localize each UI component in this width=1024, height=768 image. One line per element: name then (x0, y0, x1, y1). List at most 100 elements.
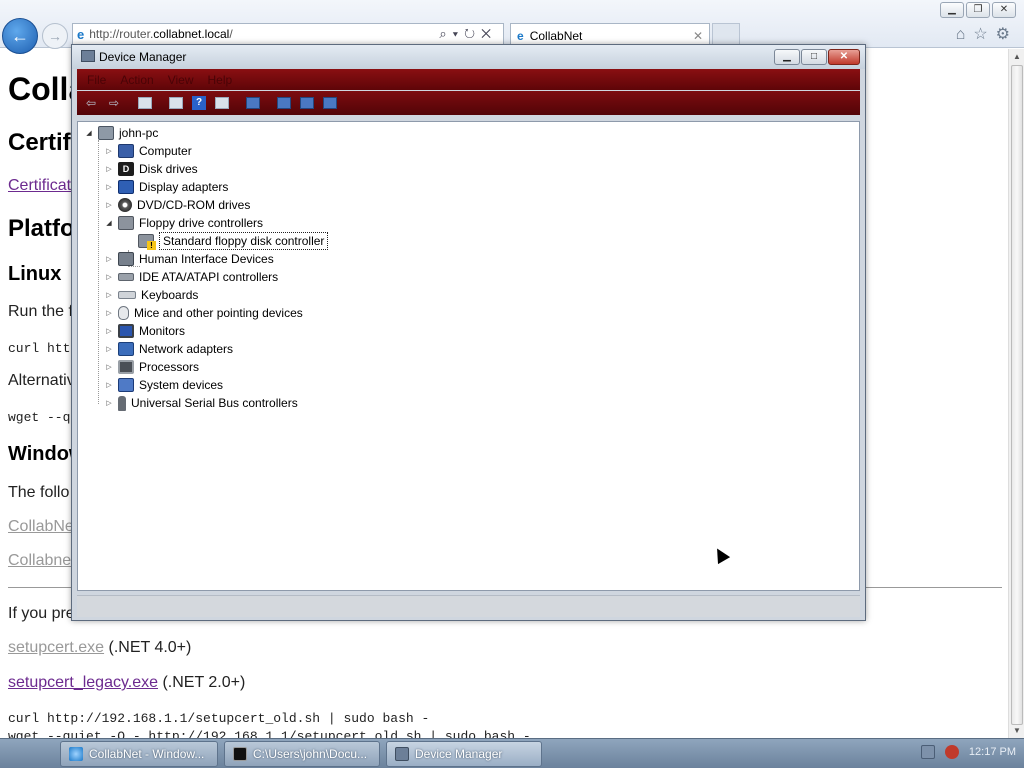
tree-item-dvd-cdrom[interactable]: ▷ DVD/CD-ROM drives (104, 196, 250, 214)
tree-root[interactable]: ◢ john-pc (84, 124, 158, 142)
tree-item-usb-controllers[interactable]: ▷ Universal Serial Bus controllers (104, 394, 298, 412)
setupcert-legacy-link[interactable]: setupcert_legacy.exe (8, 674, 158, 691)
expand-icon[interactable]: ▷ (104, 201, 114, 209)
ie-page-icon: e (77, 26, 85, 42)
tree-item-label: System devices (139, 378, 224, 392)
tree-item-floppy-controllers[interactable]: ◢ Floppy drive controllers (104, 214, 263, 232)
gear-icon[interactable]: ⚙ (996, 26, 1018, 43)
expand-icon[interactable]: ▷ (104, 273, 114, 281)
taskbar-item-browser[interactable]: CollabNet - Window... (60, 741, 218, 767)
taskbar-item-command-prompt[interactable]: C:\Users\john\Docu... (224, 741, 380, 767)
tree-item-system-devices[interactable]: ▷ System devices (104, 376, 223, 394)
expand-icon[interactable]: ▷ (104, 147, 114, 155)
dm-minimize-button[interactable]: ▁ (774, 49, 800, 65)
toolbar-forward-icon[interactable]: ⇨ (104, 94, 124, 112)
stop-icon[interactable]: ✕ (481, 26, 497, 41)
disk-drive-icon: D (118, 162, 134, 176)
setupcert-note: (.NET 4.0+) (104, 639, 192, 656)
tree-item-standard-floppy-controller[interactable]: Standard floppy disk controller (134, 232, 329, 250)
expand-icon[interactable]: ▷ (104, 363, 114, 371)
expand-icon[interactable]: ▷ (104, 309, 114, 317)
uninstall-device-icon[interactable] (320, 94, 340, 112)
menu-file[interactable]: File (87, 73, 106, 87)
tree-item-ide-controllers[interactable]: ▷ IDE ATA/ATAPI controllers (104, 268, 278, 286)
dropdown-icon[interactable]: ▾ (453, 26, 464, 41)
tree-item-label: Mice and other pointing devices (134, 306, 303, 320)
network-icon[interactable] (920, 745, 935, 759)
clock[interactable]: 12:17 PM (969, 746, 1016, 758)
tree-item-hid[interactable]: ▷ Human Interface Devices (104, 250, 274, 268)
expand-icon[interactable]: ▷ (104, 327, 114, 335)
forward-arrow-icon: → (48, 28, 62, 44)
disable-device-icon[interactable] (297, 94, 317, 112)
ie-tab-icon: e (517, 28, 524, 43)
collabnet-link-1[interactable]: CollabNe (8, 518, 74, 536)
collapse-icon[interactable]: ◢ (84, 129, 94, 137)
expand-icon[interactable]: ▷ (104, 255, 114, 263)
collabnet-link-2[interactable]: Collabne (8, 552, 71, 570)
expand-icon[interactable]: ▷ (104, 291, 114, 299)
device-manager-titlebar[interactable]: Device Manager ▁ □ ✕ (72, 45, 865, 69)
browser-toolbar-icons: ⌂☆⚙ (956, 24, 1018, 44)
tab-close-icon[interactable]: ✕ (693, 29, 703, 43)
page-scrollbar[interactable]: ▲ ▼ (1008, 49, 1024, 739)
keyboard-icon (118, 291, 136, 299)
tree-item-display-adapters[interactable]: ▷ Display adapters (104, 178, 228, 196)
scan-hardware-changes-icon[interactable] (243, 94, 263, 112)
scroll-up-icon[interactable]: ▲ (1009, 49, 1024, 65)
address-bar[interactable]: e http://router.collabnet.local/ ⌕▾↻✕ (72, 23, 504, 45)
device-manager-window[interactable]: Device Manager ▁ □ ✕ File Action View He… (71, 44, 866, 621)
expand-icon[interactable]: ▷ (104, 345, 114, 353)
tree-item-disk-drives[interactable]: ▷ D Disk drives (104, 160, 198, 178)
maximize-button[interactable]: ❐ (966, 2, 990, 18)
expand-icon[interactable]: ▷ (104, 183, 114, 191)
close-button[interactable]: ✕ (992, 2, 1016, 18)
scrollbar-thumb[interactable] (1011, 65, 1023, 725)
taskbar-item-device-manager[interactable]: Device Manager (386, 741, 542, 767)
forward-button[interactable]: → (42, 23, 68, 49)
tree-root-label: john-pc (119, 126, 159, 140)
tree-item-mice[interactable]: ▷ Mice and other pointing devices (104, 304, 303, 322)
dm-close-button[interactable]: ✕ (828, 49, 860, 65)
update-driver-icon[interactable] (274, 94, 294, 112)
collapse-icon[interactable]: ◢ (104, 219, 114, 227)
dvd-icon (118, 198, 132, 212)
browser-chrome: ← → e http://router.collabnet.local/ ⌕▾↻… (0, 0, 1024, 54)
properties-icon[interactable] (166, 94, 186, 112)
device-manager-icon (81, 50, 95, 62)
dm-maximize-button[interactable]: □ (801, 49, 827, 65)
device-tree[interactable]: ◢ john-pc ▷ Computer ▷ D Disk drives ▷ D… (77, 121, 860, 591)
menu-action[interactable]: Action (120, 73, 153, 87)
tree-item-processors[interactable]: ▷ Processors (104, 358, 199, 376)
expand-icon[interactable]: ▷ (104, 381, 114, 389)
taskbar-item-label: CollabNet - Window... (89, 747, 205, 761)
home-icon[interactable]: ⌂ (956, 26, 974, 43)
new-tab-button[interactable] (712, 23, 740, 45)
search-icon[interactable]: ⌕ (439, 26, 452, 41)
setupcert-link[interactable]: setupcert.exe (8, 639, 104, 656)
minimize-button[interactable]: ▁ (940, 2, 964, 18)
processor-icon (118, 360, 134, 374)
tree-item-network-adapters[interactable]: ▷ Network adapters (104, 340, 233, 358)
help-icon[interactable]: ? (189, 94, 209, 112)
expand-icon[interactable]: ▷ (104, 165, 114, 173)
favorites-star-icon[interactable]: ☆ (973, 26, 995, 43)
certificate-link[interactable]: Certificat (8, 177, 71, 195)
menu-view[interactable]: View (168, 73, 194, 87)
tree-item-keyboards[interactable]: ▷ Keyboards (104, 286, 198, 304)
refresh-icon[interactable]: ↻ (464, 26, 481, 41)
scroll-down-icon[interactable]: ▼ (1009, 723, 1024, 739)
show-hide-console-tree-icon[interactable] (135, 94, 155, 112)
menu-help[interactable]: Help (208, 73, 233, 87)
address-url: http://router.collabnet.local/ (89, 27, 233, 41)
curl-command-2: curl http://192.168.1.1/setupcert_old.sh… (8, 711, 430, 726)
volume-muted-icon[interactable] (944, 745, 959, 759)
mouse-icon (118, 306, 129, 320)
window-title: Device Manager (99, 50, 187, 64)
show-hide-action-pane-icon[interactable] (212, 94, 232, 112)
tree-item-computer[interactable]: ▷ Computer (104, 142, 192, 160)
menu-bar: File Action View Help (77, 69, 860, 90)
expand-icon[interactable]: ▷ (104, 399, 114, 407)
toolbar-back-icon[interactable]: ⇦ (81, 94, 101, 112)
tree-item-monitors[interactable]: ▷ Monitors (104, 322, 185, 340)
